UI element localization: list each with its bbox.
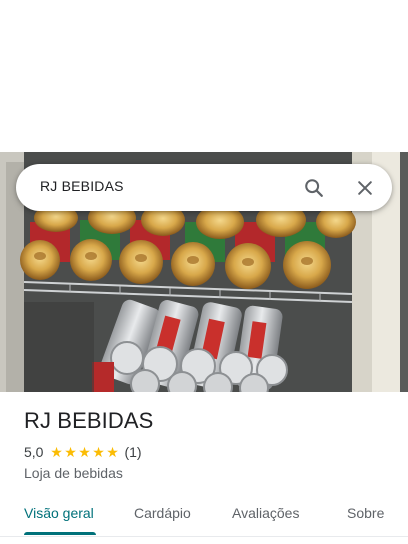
tab-reviews[interactable]: Avaliações [232,505,299,521]
search-bar[interactable]: RJ BEBIDAS [16,164,392,211]
tab-menu[interactable]: Cardápio [134,505,191,521]
search-icon [305,179,323,197]
star-icon: ★ [78,444,91,460]
close-icon [358,181,372,195]
review-count[interactable]: (1) [124,444,141,460]
star-icon: ★ [106,444,119,460]
star-icon: ★ [50,444,63,460]
star-rating: ★ ★ ★ ★ ★ [49,444,119,460]
place-title: RJ BEBIDAS [24,408,154,433]
clear-search-button[interactable] [351,174,379,202]
place-category: Loja de bebidas [24,465,123,481]
active-tab-indicator [24,532,96,535]
tabs-divider [0,536,408,537]
star-icon: ★ [92,444,105,460]
search-input[interactable]: RJ BEBIDAS [40,178,124,194]
star-icon: ★ [64,444,77,460]
tab-about[interactable]: Sobre [347,505,384,521]
tab-overview[interactable]: Visão geral [24,505,94,521]
place-tabs: Visão geral Cardápio Avaliações Sobre [0,492,408,536]
map-blank-area [0,0,408,152]
rating-value: 5,0 [24,444,44,460]
search-button[interactable] [300,174,328,202]
rating-row[interactable]: 5,0 ★ ★ ★ ★ ★ (1) [24,444,142,460]
